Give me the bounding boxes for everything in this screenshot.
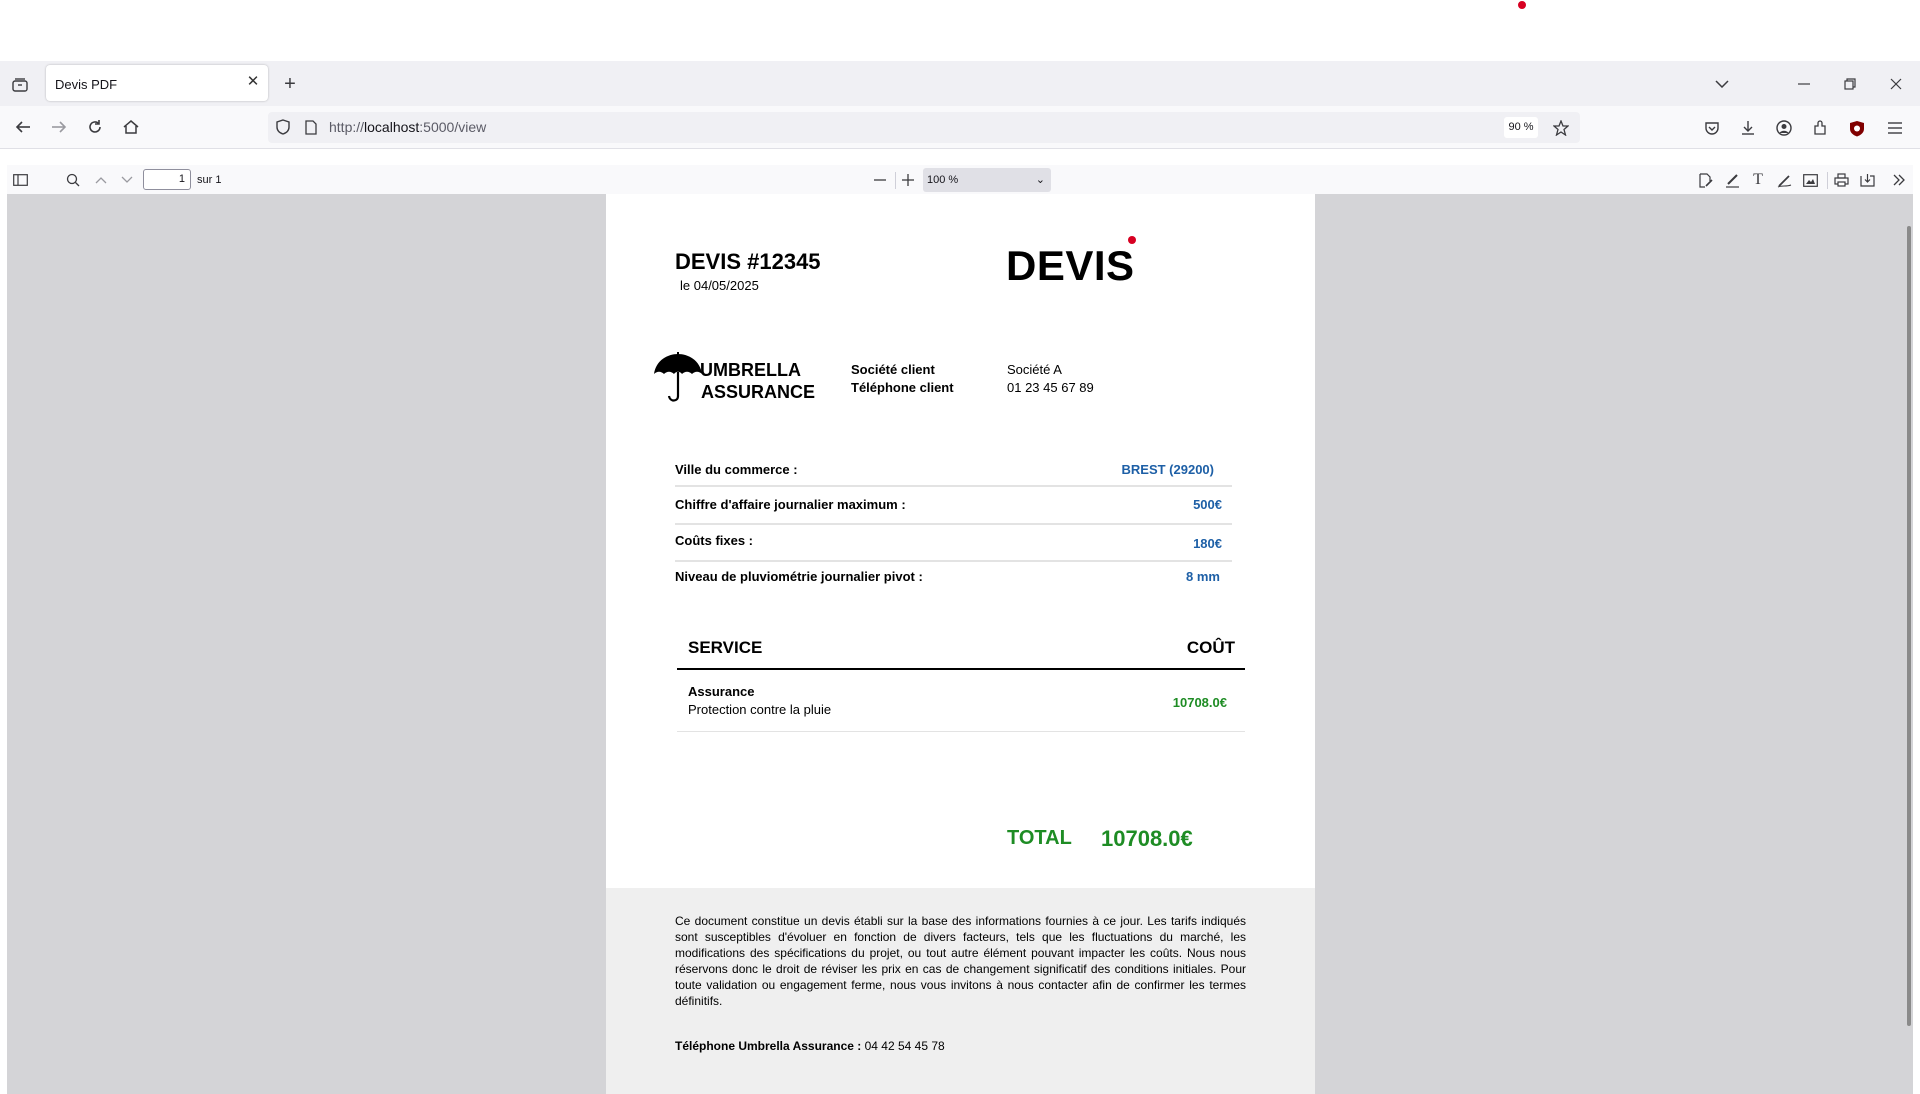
toolbar-divider	[1827, 172, 1828, 189]
row-divider	[675, 523, 1232, 525]
save-pdf-icon[interactable]	[1857, 170, 1877, 190]
info-value-fixed-costs: 180€	[1193, 536, 1222, 551]
draw-icon[interactable]	[1774, 170, 1794, 190]
print-icon[interactable]	[1831, 170, 1851, 190]
table-row-rule	[677, 731, 1245, 732]
service-description: Protection contre la pluie	[688, 702, 832, 717]
company-name: UMBRELLA ASSURANCE	[700, 359, 815, 403]
info-label-rainfall: Niveau de pluviométrie journalier pivot …	[675, 569, 923, 584]
ublock-shield-icon[interactable]	[1847, 118, 1867, 138]
bookmark-star-icon[interactable]	[1551, 118, 1571, 138]
page-count-label: sur 1	[197, 174, 222, 186]
info-label-city: Ville du commerce :	[675, 462, 798, 477]
home-icon[interactable]	[121, 117, 141, 137]
service-name: Assurance	[688, 684, 755, 699]
extensions-icon[interactable]	[1810, 118, 1830, 138]
close-window-icon[interactable]	[1886, 74, 1906, 94]
minimize-icon[interactable]	[1794, 74, 1814, 94]
tab-title: Devis PDF	[55, 77, 118, 92]
page-info-icon[interactable]	[302, 118, 320, 136]
row-divider	[675, 560, 1232, 562]
info-value-city: BREST (29200)	[1121, 462, 1214, 477]
row-divider	[675, 485, 1232, 487]
company-name-line1: UMBRELLA	[700, 360, 801, 380]
total-value: 10708.0€	[1101, 826, 1193, 851]
recording-indicator-dot	[1518, 1, 1526, 9]
quote-number: DEVIS #12345	[675, 249, 821, 274]
company-name-line2: ASSURANCE	[701, 382, 816, 402]
reload-icon[interactable]	[85, 117, 105, 137]
more-tools-icon[interactable]	[1889, 170, 1909, 190]
devis-heading: DEVIS	[1006, 242, 1135, 289]
info-value-rainfall: 8 mm	[1186, 569, 1220, 584]
account-icon[interactable]	[1774, 118, 1794, 138]
info-label-fixed-costs: Coûts fixes :	[675, 533, 754, 548]
info-value-max-revenue: 500€	[1193, 497, 1222, 512]
new-tab-icon[interactable]: +	[280, 73, 300, 95]
chevron-down-icon[interactable]	[1712, 74, 1732, 94]
shield-icon[interactable]	[274, 118, 292, 136]
red-dot-marker	[1128, 236, 1136, 244]
tab-list-icon[interactable]	[10, 75, 30, 95]
client-phone-label: Téléphone client	[851, 380, 954, 395]
restore-icon[interactable]	[1840, 74, 1860, 94]
highlight-icon[interactable]	[1722, 170, 1742, 190]
quote-date: le 04/05/2025	[680, 278, 759, 293]
search-icon[interactable]	[63, 170, 83, 190]
footer-phone-label: Téléphone Umbrella Assurance :	[675, 1039, 862, 1053]
page-number-input[interactable]: 1	[143, 169, 191, 190]
zoom-in-icon[interactable]	[898, 170, 918, 190]
service-cost: 10708.0€	[1172, 695, 1227, 710]
edit-pdf-icon[interactable]	[1695, 170, 1715, 190]
client-phone-value: 01 23 45 67 89	[1007, 380, 1094, 395]
table-header-rule	[677, 668, 1245, 670]
total-label: TOTAL	[1007, 827, 1072, 849]
umbrella-logo-icon	[652, 352, 704, 404]
footer-phone: Téléphone Umbrella Assurance : 04 42 54 …	[675, 1039, 945, 1053]
toolbar-divider	[895, 172, 896, 189]
info-label-max-revenue: Chiffre d'affaire journalier maximum :	[675, 497, 906, 512]
tab-close-icon[interactable]: ✕	[244, 73, 262, 91]
text-tool-icon[interactable]: T	[1748, 170, 1768, 190]
zoom-out-icon[interactable]	[870, 170, 890, 190]
hamburger-menu-icon[interactable]	[1885, 118, 1905, 138]
download-icon[interactable]	[1738, 118, 1758, 138]
disclaimer-text: Ce document constitue un devis établi su…	[675, 914, 1246, 1008]
zoom-level-badge[interactable]: 90 %	[1504, 117, 1538, 138]
forward-icon[interactable]	[49, 117, 69, 137]
pocket-icon[interactable]	[1702, 118, 1722, 138]
footer-phone-value: 04 42 54 45 78	[864, 1039, 945, 1053]
service-column-header: SERVICE	[688, 638, 763, 657]
image-tool-icon[interactable]	[1800, 170, 1820, 190]
scrollbar[interactable]	[1907, 226, 1911, 1026]
zoom-select-value: 100 %	[927, 174, 959, 186]
chevron-down-icon: ⌄	[1035, 174, 1045, 186]
back-icon[interactable]	[13, 117, 33, 137]
previous-page-icon[interactable]	[91, 170, 111, 190]
client-company-value: Société A	[1007, 362, 1062, 377]
client-company-label: Société client	[851, 362, 935, 377]
url-text[interactable]: http://localhost:5000/view	[329, 119, 486, 135]
next-page-icon[interactable]	[117, 170, 137, 190]
cost-column-header: COÛT	[1186, 638, 1235, 657]
zoom-select[interactable]: 100 % ⌄	[923, 168, 1051, 192]
sidebar-toggle-icon[interactable]	[10, 170, 30, 190]
